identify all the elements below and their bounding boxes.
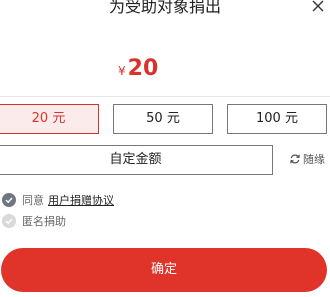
preset-amount-100[interactable]: 100 元 (227, 104, 327, 134)
check-icon (5, 197, 13, 204)
anonymous-label: 匿名捐助 (22, 215, 66, 228)
close-icon[interactable] (310, 0, 326, 14)
agreement-link[interactable]: 用户捐赠协议 (48, 192, 114, 208)
preset-amount-20[interactable]: 20 元 (0, 104, 99, 134)
dialog-title: 为受助对象捐出 (108, 0, 221, 16)
random-amount-button[interactable]: 随缘 (289, 151, 325, 167)
random-label: 随缘 (303, 153, 325, 166)
anonymous-checkbox[interactable] (2, 214, 16, 228)
check-icon (5, 218, 13, 225)
currency-symbol: ¥ (118, 64, 126, 78)
agreement-row: 同意 用户捐赠协议 (2, 192, 114, 208)
divider (0, 96, 330, 97)
refresh-icon (290, 154, 300, 164)
anonymous-row: 匿名捐助 (2, 213, 66, 229)
custom-amount-button[interactable]: 自定金额 (0, 145, 273, 175)
agreement-checkbox[interactable] (2, 193, 16, 207)
confirm-button[interactable]: 确定 (1, 248, 327, 292)
donation-dialog: 为受助对象捐出 ¥20 20 元 50 元 100 元 自定金额 随缘 同意 用… (0, 0, 330, 297)
agreement-prefix: 同意 (22, 194, 44, 207)
amount-value: 20 (127, 56, 159, 81)
preset-amount-50[interactable]: 50 元 (113, 104, 213, 134)
donation-amount: ¥20 (118, 56, 158, 81)
